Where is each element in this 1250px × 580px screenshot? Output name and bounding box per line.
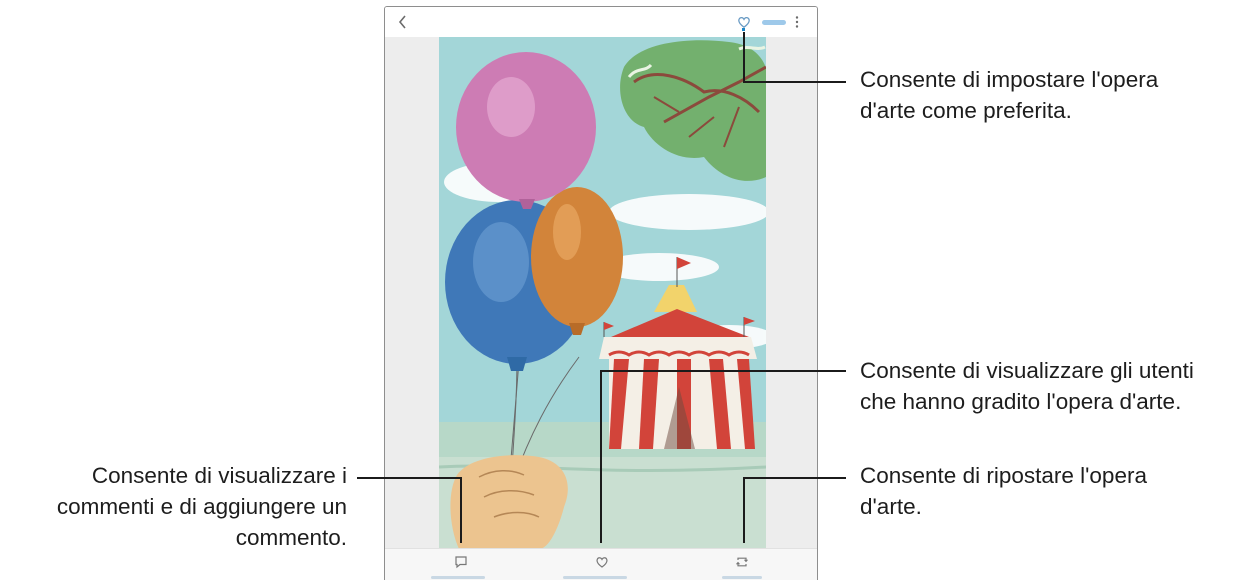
leader-line-likes	[600, 371, 602, 543]
callout-likes: Consente di visualizzare gli utenti che …	[860, 355, 1194, 417]
callout-repost: Consente di ripostare l'opera d'arte.	[860, 460, 1147, 522]
artwork-image	[439, 37, 766, 549]
callout-likes-line2: che hanno gradito l'opera d'arte.	[860, 389, 1182, 414]
callout-likes-line1: Consente di visualizzare gli utenti	[860, 358, 1194, 383]
callout-favorite-line2: d'arte come preferita.	[860, 98, 1072, 123]
leader-line-likes-h	[600, 370, 846, 372]
leader-line-comments-v	[460, 477, 462, 543]
callout-repost-line2: d'arte.	[860, 494, 922, 519]
chevron-left-icon[interactable]	[396, 13, 410, 31]
heart-icon[interactable]	[737, 15, 751, 29]
likes-label-bar[interactable]	[563, 576, 627, 579]
callout-favorite-line1: Consente di impostare l'opera	[860, 67, 1159, 92]
comments-label-bar[interactable]	[431, 576, 485, 579]
callout-comments-line1: Consente di visualizzare i	[91, 463, 347, 488]
callout-comments-line2: commenti e di aggiungere un	[56, 494, 347, 519]
bottom-bar	[385, 548, 817, 580]
leader-line-favorite-h	[743, 81, 846, 83]
leader-dot-favorite	[742, 28, 745, 31]
leader-line-repost	[743, 477, 745, 543]
callout-favorite: Consente di impostare l'opera d'arte com…	[860, 64, 1158, 126]
leader-line-repost-h	[743, 477, 846, 479]
callout-comments: Consente di visualizzare i commenti e di…	[57, 460, 347, 553]
callout-comments-line3: commento.	[235, 525, 347, 550]
repost-label-bar[interactable]	[722, 576, 762, 579]
heart-icon[interactable]	[595, 555, 609, 569]
comment-icon[interactable]	[454, 555, 468, 569]
callout-repost-line1: Consente di ripostare l'opera	[860, 463, 1147, 488]
leader-line-favorite	[743, 32, 745, 82]
app-bar	[385, 7, 817, 37]
action-button[interactable]	[762, 20, 786, 25]
more-vertical-icon[interactable]	[794, 15, 800, 29]
repost-icon[interactable]	[735, 555, 749, 569]
leader-line-comments	[357, 477, 461, 479]
